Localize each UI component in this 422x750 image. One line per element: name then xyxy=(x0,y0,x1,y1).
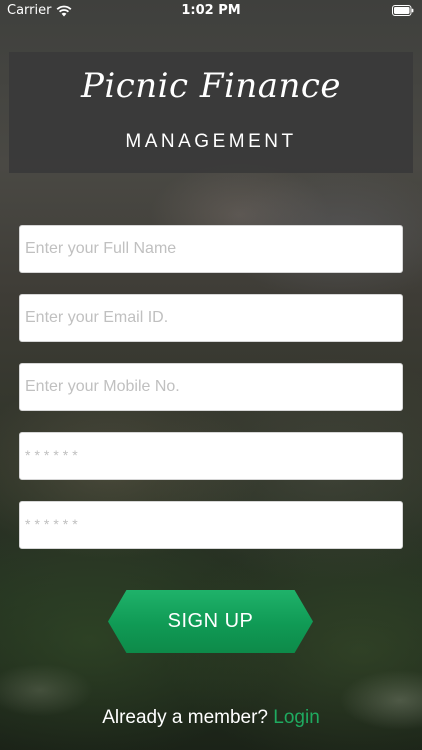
login-prompt-text: Already a member? xyxy=(102,707,268,728)
app-subtitle: MANAGEMENT xyxy=(125,131,297,152)
password-input[interactable] xyxy=(19,432,403,480)
email-input[interactable] xyxy=(19,294,403,342)
status-time: 1:02 PM xyxy=(181,3,241,18)
login-prompt-row: Already a member? Login xyxy=(0,707,422,729)
signup-button[interactable]: SIGN UP xyxy=(108,590,313,653)
app-title: Picnic Finance xyxy=(80,66,342,106)
login-link[interactable]: Login xyxy=(273,707,320,728)
confirm-password-input[interactable] xyxy=(19,501,403,549)
mobile-input[interactable] xyxy=(19,363,403,411)
status-bar: Carrier 1:02 PM xyxy=(0,0,422,22)
full-name-input[interactable] xyxy=(19,225,403,273)
signup-screen: Carrier 1:02 PM Picnic Finance MANAGEMEN… xyxy=(0,0,422,750)
battery-icon xyxy=(392,5,414,16)
